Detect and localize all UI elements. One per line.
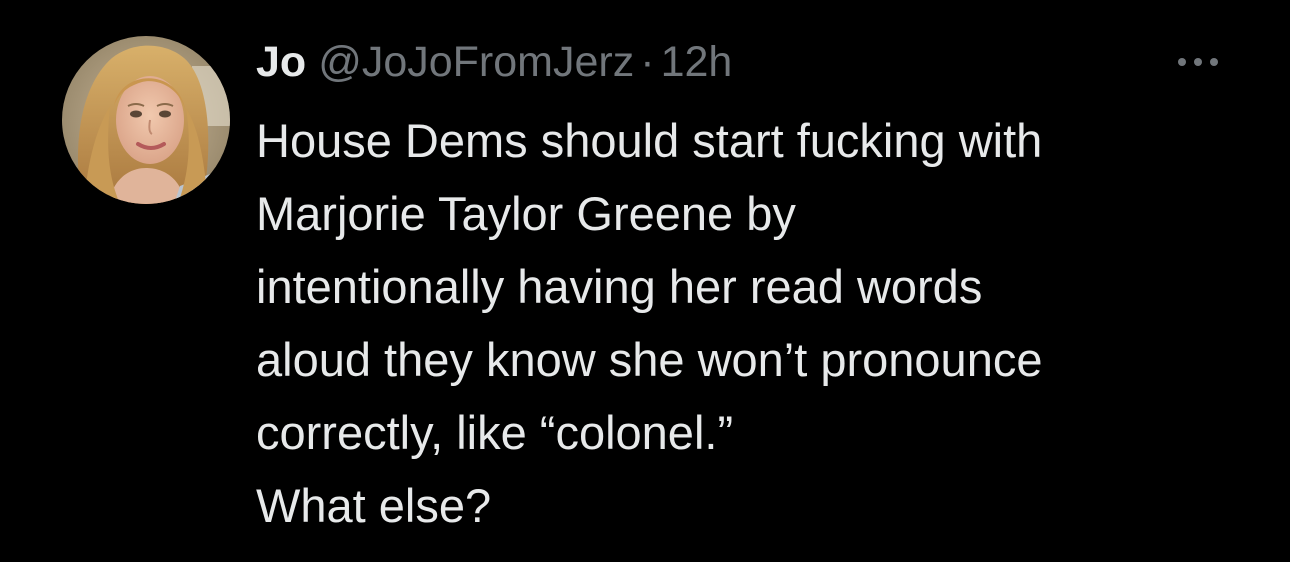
tweet-text-line: aloud they know she won’t pronounce bbox=[256, 333, 1043, 386]
tweet-text-line: intentionally having her read words bbox=[256, 260, 983, 313]
more-options-button[interactable] bbox=[1170, 48, 1226, 76]
header-separator: · bbox=[640, 37, 655, 86]
author-avatar[interactable] bbox=[62, 36, 230, 204]
tweet-card[interactable]: Jo @JoJoFromJerz · 12h House Dems should… bbox=[0, 0, 1290, 562]
tweet-text-line: Marjorie Taylor Greene by bbox=[256, 187, 796, 240]
avatar-photo-icon bbox=[62, 36, 230, 204]
more-options-icon bbox=[1178, 58, 1218, 66]
tweet-text-line: correctly, like “colonel.” bbox=[256, 406, 734, 459]
tweet-text: House Dems should start fucking with Mar… bbox=[256, 104, 1266, 542]
author-display-name[interactable]: Jo bbox=[256, 38, 306, 87]
tweet-timestamp[interactable]: 12h bbox=[661, 38, 733, 87]
author-handle[interactable]: @JoJoFromJerz bbox=[318, 38, 634, 87]
tweet-text-line: What else? bbox=[256, 479, 492, 532]
tweet-header: Jo @JoJoFromJerz · 12h bbox=[256, 30, 732, 94]
tweet-text-line: House Dems should start fucking with bbox=[256, 114, 1043, 167]
